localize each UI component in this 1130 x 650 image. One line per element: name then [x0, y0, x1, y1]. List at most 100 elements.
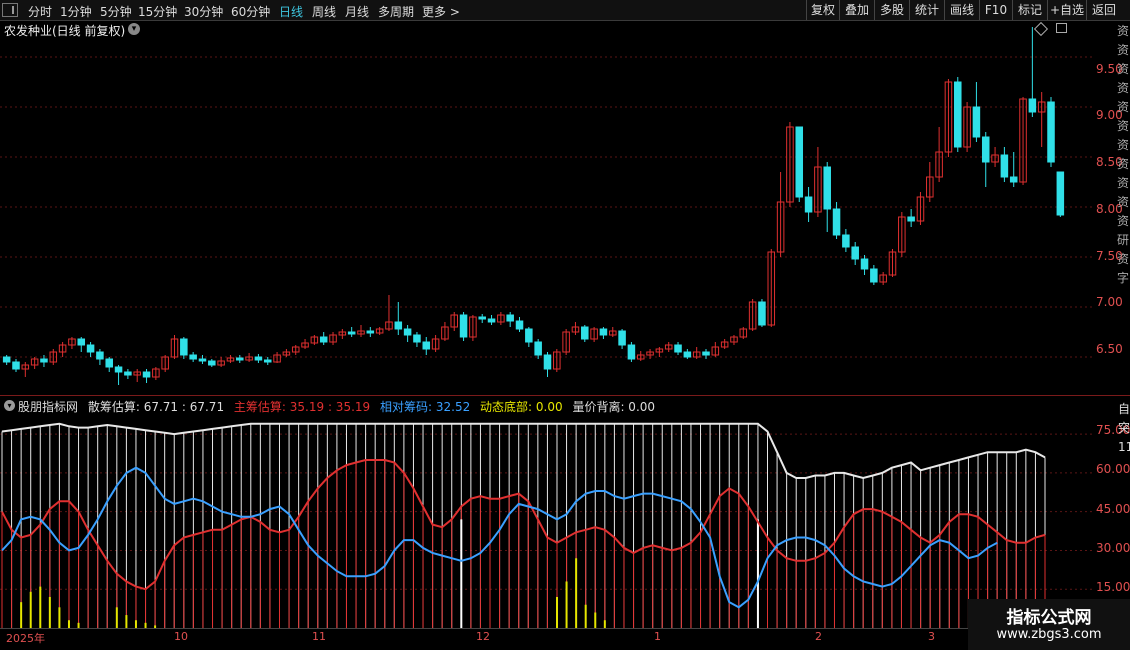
tab-monthly[interactable]: 月线 [345, 3, 369, 20]
candle-body [870, 268, 878, 283]
tab-5min[interactable]: 5分钟 [100, 3, 132, 20]
menu-icon[interactable] [2, 3, 18, 17]
candle-body [487, 318, 496, 323]
x-tick-label: 2 [815, 630, 822, 643]
candle-body [907, 216, 915, 222]
panel-divider [0, 395, 1130, 396]
legend-dynamic-bottom: 动态底部: 0.00 [480, 400, 563, 414]
candle-body [236, 357, 244, 361]
candle-body [413, 334, 421, 343]
legend-relative-chips: 相对筹码: 32.52 [380, 400, 471, 414]
candle-body [1047, 101, 1055, 163]
candlestick-chart[interactable] [0, 22, 1092, 392]
tab-1min[interactable]: 1分钟 [60, 3, 92, 20]
candle-body [702, 351, 710, 356]
candle-body [972, 106, 981, 138]
candle-body [478, 316, 486, 320]
candle-body [683, 351, 692, 358]
add-watchlist-button[interactable]: +自选 [1047, 0, 1086, 20]
x-tick-label: 3 [928, 630, 935, 643]
fuquan-button[interactable]: 复权 [806, 0, 839, 20]
candle-body [599, 328, 608, 336]
main-chips-line [1, 459, 1046, 591]
stats-button[interactable]: 统计 [909, 0, 944, 20]
candle-body [506, 314, 514, 322]
candle-body [2, 356, 11, 363]
candle-body [96, 351, 104, 360]
candle-body [394, 321, 403, 330]
candle-body [674, 344, 682, 353]
candle-body [543, 354, 552, 370]
multi-stock-button[interactable]: 多股 [874, 0, 909, 20]
draw-line-button[interactable]: 画线 [944, 0, 979, 20]
candle-body [86, 344, 95, 353]
x-tick-label: 12 [476, 630, 490, 643]
legend-price-vol-divergence: 量价背离: 0.00 [572, 400, 656, 414]
tab-weekly[interactable]: 周线 [312, 3, 336, 20]
candle-body [208, 360, 216, 366]
back-button[interactable]: 返回 [1086, 0, 1121, 20]
tab-30min[interactable]: 30分钟 [184, 3, 223, 20]
right-info-strip-lower: 自突1111111 [1118, 402, 1130, 454]
candle-body [515, 320, 524, 330]
x-tick-label: 2025年 [6, 632, 45, 645]
tab-60min[interactable]: 60分钟 [231, 3, 270, 20]
x-axis-line [0, 628, 1130, 629]
candle-body [198, 358, 207, 362]
indicator-name: 股朋指标网 [18, 400, 79, 414]
tab-daily[interactable]: 日线 [279, 3, 303, 20]
candle-body [263, 359, 272, 363]
candle-body [981, 136, 990, 163]
watermark: 指标公式网 www.zbgs3.com [968, 599, 1130, 650]
candle-body [366, 330, 375, 334]
candle-body [1028, 98, 1037, 113]
candle-body [954, 81, 962, 148]
legend-main-chips: 主筹估算: 35.19 : 35.19 [233, 400, 371, 414]
candle-body [459, 314, 468, 338]
candle-body [124, 371, 132, 376]
candle-body [1000, 154, 1009, 178]
candle-body [77, 338, 86, 346]
tab-more[interactable]: 更多 > [422, 3, 460, 20]
candle-body [525, 328, 533, 343]
candle-body [114, 366, 123, 373]
candle-body [627, 344, 636, 360]
indicator-chart[interactable] [0, 416, 1092, 628]
period-toolbar: 分时 1分钟 5分钟 15分钟 30分钟 60分钟 日线 周线 月线 多周期 更… [0, 0, 1130, 21]
x-tick-label: 11 [312, 630, 326, 643]
chevron-down-icon[interactable]: ▾ [4, 400, 15, 411]
candle-body [832, 208, 841, 236]
candle-body [319, 336, 328, 343]
watermark-url: www.zbgs3.com [996, 627, 1102, 642]
candle-body [758, 301, 766, 326]
candle-body [347, 331, 356, 335]
loose-chips-line [1, 422, 1046, 480]
candle-body [422, 341, 431, 350]
candle-body [105, 358, 113, 368]
legend-loose-chips: 散筹估算: 67.71 : 67.71 [87, 400, 225, 414]
candle-body [1009, 176, 1018, 183]
candle-body [12, 361, 20, 370]
candle-body [1056, 171, 1065, 216]
watermark-title: 指标公式网 [1006, 608, 1092, 628]
candle-body [618, 330, 626, 346]
candle-body [142, 371, 151, 378]
mark-button[interactable]: 标记 [1012, 0, 1047, 20]
tab-timeshare[interactable]: 分时 [28, 3, 52, 20]
candle-body [403, 328, 412, 336]
candle-body [534, 341, 542, 356]
f10-button[interactable]: F10 [979, 0, 1012, 20]
candle-body [254, 356, 263, 361]
candle-body [804, 196, 813, 213]
indicator-legend: 股朋指标网 散筹估算: 67.71 : 67.71 主筹估算: 35.19 : … [18, 398, 661, 415]
candle-body [581, 326, 589, 340]
candle-body [860, 258, 869, 270]
overlay-button[interactable]: 叠加 [839, 0, 874, 20]
candle-body [842, 234, 850, 248]
tab-15min[interactable]: 15分钟 [138, 3, 177, 20]
tab-multi-period[interactable]: 多周期 [378, 3, 414, 20]
candle-body [189, 354, 197, 360]
right-info-strip: 资资资资资资资资资资资研资字 [1117, 24, 1130, 285]
candle-body [851, 246, 859, 260]
candle-body [823, 166, 831, 210]
